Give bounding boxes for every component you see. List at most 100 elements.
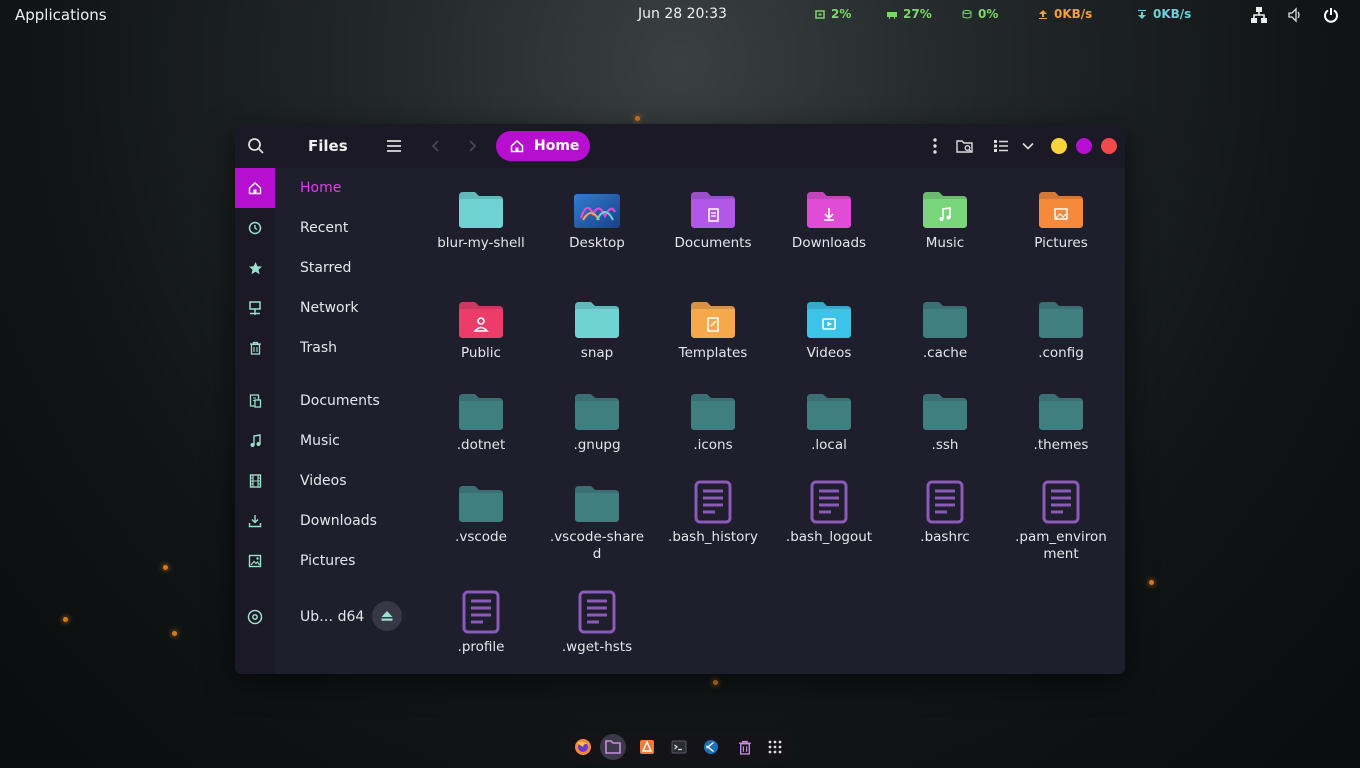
file-item-dot-themes[interactable]: .themes <box>1011 380 1111 454</box>
sidebar-item-recent[interactable] <box>235 208 275 248</box>
file-name: .icons <box>693 437 733 453</box>
image-icon <box>248 554 262 568</box>
search-folder-icon[interactable] <box>954 135 976 157</box>
software-icon[interactable] <box>636 736 658 758</box>
clock[interactable]: Jun 28 20:33 <box>638 6 727 22</box>
folder-icon <box>1011 380 1111 432</box>
file-item-public[interactable]: Public <box>431 288 531 362</box>
file-name: Pictures <box>1034 235 1088 251</box>
menu-icon[interactable] <box>383 135 405 157</box>
file-name: .themes <box>1033 437 1089 453</box>
file-item-dot-local[interactable]: .local <box>779 380 879 454</box>
file-item-desktop[interactable]: Desktop <box>547 178 647 252</box>
close-button[interactable] <box>1101 138 1117 154</box>
ram-stat: 27% <box>887 7 932 21</box>
dock <box>566 732 793 762</box>
file-item-dot-bash-history[interactable]: .bash_history <box>663 472 763 546</box>
file-item-dot-ssh[interactable]: .ssh <box>895 380 995 454</box>
file-item-dot-dotnet[interactable]: .dotnet <box>431 380 531 454</box>
file-item-dot-gnupg[interactable]: .gnupg <box>547 380 647 454</box>
file-item-templates[interactable]: Templates <box>663 288 763 362</box>
file-item-music[interactable]: Music <box>895 178 995 252</box>
sidebar-item-label[interactable]: Network <box>300 288 358 328</box>
eject-button[interactable] <box>372 601 402 631</box>
sidebar-item-label[interactable]: Starred <box>300 248 351 288</box>
file-name: .gnupg <box>573 437 621 453</box>
sidebar-item-label[interactable]: Ub… d64 <box>300 597 364 637</box>
folder-icon <box>431 288 531 340</box>
list-view-icon[interactable] <box>990 135 1012 157</box>
background-spark <box>163 565 168 570</box>
volume-icon[interactable] <box>1284 4 1306 26</box>
sidebar-item-downloads[interactable] <box>235 501 275 541</box>
sidebar-item-label[interactable]: Videos <box>300 461 347 501</box>
app-grid-icon[interactable] <box>764 736 786 758</box>
sidebar-item-label[interactable]: Trash <box>300 328 337 368</box>
file-name: Downloads <box>791 235 867 251</box>
applications-menu[interactable]: Applications <box>15 6 107 24</box>
sidebar-item-home[interactable] <box>235 168 275 208</box>
folder-icon <box>431 472 531 524</box>
file-name: .pam_environment <box>1015 529 1107 562</box>
location-label: Home <box>534 138 580 154</box>
file-item-dot-icons[interactable]: .icons <box>663 380 763 454</box>
maximize-button[interactable] <box>1076 138 1092 154</box>
files-icon[interactable] <box>600 734 626 760</box>
sidebar-item-starred[interactable] <box>235 248 275 288</box>
file-name: .cache <box>922 345 968 361</box>
sidebar-item-music[interactable] <box>235 421 275 461</box>
file-item-dot-bash-logout[interactable]: .bash_logout <box>779 472 879 546</box>
folder-icon <box>1011 178 1111 230</box>
window-title: Files <box>308 137 348 155</box>
search-icon[interactable] <box>245 135 267 157</box>
location-home-button[interactable]: Home <box>496 131 590 161</box>
forward-icon[interactable] <box>461 135 483 157</box>
chevron-down-icon[interactable] <box>1017 135 1039 157</box>
file-name: .vscode-shared <box>549 529 645 562</box>
sidebar-item-videos[interactable] <box>235 461 275 501</box>
folder-icon <box>547 380 647 432</box>
file-item-videos[interactable]: Videos <box>779 288 879 362</box>
file-item-dot-pam-environment[interactable]: .pam_environment <box>1011 472 1111 563</box>
text-file-icon <box>779 472 879 524</box>
sidebar-item-network[interactable] <box>235 288 275 328</box>
vscode-icon[interactable] <box>700 736 722 758</box>
text-file-icon <box>663 472 763 524</box>
power-icon[interactable] <box>1320 4 1342 26</box>
back-icon[interactable] <box>425 135 447 157</box>
sidebar-item-trash[interactable] <box>235 328 275 368</box>
firefox-icon[interactable] <box>572 736 594 758</box>
file-item-dot-vscode[interactable]: .vscode <box>431 472 531 546</box>
file-item-dot-config[interactable]: .config <box>1011 288 1111 362</box>
sidebar-item-label[interactable]: Documents <box>300 381 380 421</box>
minimize-button[interactable] <box>1051 138 1067 154</box>
file-item-dot-wget-hsts[interactable]: .wget-hsts <box>547 582 647 656</box>
file-item-downloads[interactable]: Downloads <box>779 178 879 252</box>
file-item-blur-my-shell[interactable]: blur-my-shell <box>431 178 531 252</box>
file-name: Videos <box>806 345 852 361</box>
music-icon <box>249 434 262 448</box>
sidebar-item-ub-d64[interactable] <box>235 597 275 637</box>
background-spark <box>1149 580 1154 585</box>
sidebar-item-label[interactable]: Downloads <box>300 501 377 541</box>
sidebar-item-label[interactable]: Recent <box>300 208 348 248</box>
folder-icon <box>895 178 995 230</box>
file-item-snap[interactable]: snap <box>547 288 647 362</box>
file-item-pictures[interactable]: Pictures <box>1011 178 1111 252</box>
sidebar-item-pictures[interactable] <box>235 541 275 581</box>
folder-icon <box>663 178 763 230</box>
file-item-dot-profile[interactable]: .profile <box>431 582 531 656</box>
sidebar-item-label[interactable]: Music <box>300 421 340 461</box>
file-item-dot-bashrc[interactable]: .bashrc <box>895 472 995 546</box>
sidebar-item-label[interactable]: Home <box>300 168 341 208</box>
more-options-icon[interactable] <box>924 135 946 157</box>
trash-icon[interactable] <box>734 736 756 758</box>
file-item-dot-vscode-shared[interactable]: .vscode-shared <box>547 472 647 563</box>
terminal-icon[interactable] <box>668 736 690 758</box>
file-name: .bash_history <box>668 529 758 545</box>
file-item-documents[interactable]: Documents <box>663 178 763 252</box>
file-item-dot-cache[interactable]: .cache <box>895 288 995 362</box>
sidebar-item-label[interactable]: Pictures <box>300 541 355 581</box>
sidebar-item-documents[interactable] <box>235 381 275 421</box>
network-tray-icon[interactable] <box>1248 4 1270 26</box>
